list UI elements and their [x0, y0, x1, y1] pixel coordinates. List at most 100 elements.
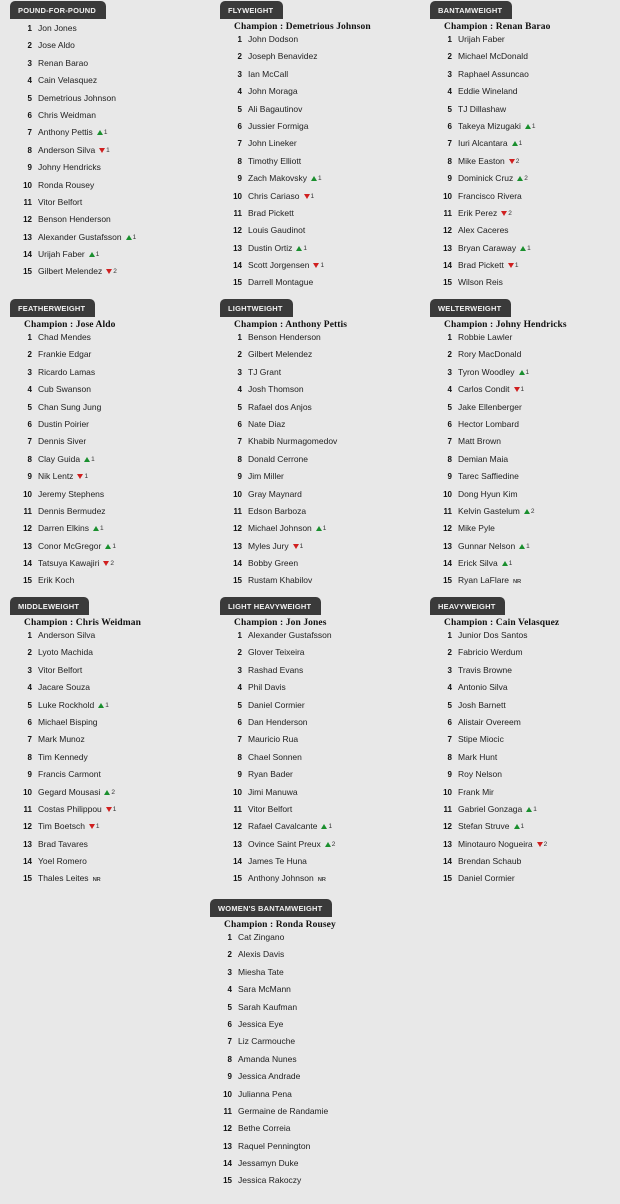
fighter-row[interactable]: 13 Raquel Pennington [210, 1141, 410, 1158]
fighter-row[interactable]: 15 Thales Leites NR [10, 873, 210, 890]
fighter-row[interactable]: 13 Alexander Gustafsson 1 [10, 232, 210, 249]
fighter-row[interactable]: 10 Frank Mir [430, 787, 620, 804]
fighter-row[interactable]: 1 Jon Jones [10, 23, 210, 40]
fighter-row[interactable]: 1 Anderson Silva [10, 630, 210, 647]
fighter-row[interactable]: 4 Sara McMann [210, 984, 410, 1001]
fighter-row[interactable]: 3 Raphael Assuncao [430, 69, 620, 86]
fighter-row[interactable]: 11 Vitor Belfort [220, 804, 420, 821]
fighter-row[interactable]: 13 Conor McGregor 1 [10, 541, 210, 558]
fighter-row[interactable]: 11 Vitor Belfort [10, 197, 210, 214]
fighter-row[interactable]: 15 Jessica Rakoczy [210, 1175, 410, 1192]
fighter-row[interactable]: 11 Gabriel Gonzaga 1 [430, 804, 620, 821]
fighter-row[interactable]: 2 Rory MacDonald [430, 349, 620, 366]
fighter-row[interactable]: 14 Urijah Faber 1 [10, 249, 210, 266]
division-tab[interactable]: FEATHERWEIGHT [10, 299, 96, 317]
fighter-row[interactable]: 1 Robbie Lawler [430, 332, 620, 349]
fighter-row[interactable]: 3 TJ Grant [220, 367, 420, 384]
division-tab[interactable]: HEAVYWEIGHT [430, 597, 506, 615]
fighter-row[interactable]: 6 Jessica Eye [210, 1019, 410, 1036]
division-tab[interactable]: BANTAMWEIGHT [430, 1, 513, 19]
fighter-row[interactable]: 9 Nik Lentz 1 [10, 471, 210, 488]
fighter-row[interactable]: 5 TJ Dillashaw [430, 104, 620, 121]
fighter-row[interactable]: 5 Rafael dos Anjos [220, 402, 420, 419]
fighter-row[interactable]: 9 Francis Carmont [10, 769, 210, 786]
fighter-row[interactable]: 11 Erik Perez 2 [430, 208, 620, 225]
fighter-row[interactable]: 14 Brendan Schaub [430, 856, 620, 873]
fighter-row[interactable]: 6 Takeya Mizugaki 1 [430, 121, 620, 138]
fighter-row[interactable]: 4 Antonio Silva [430, 682, 620, 699]
fighter-row[interactable]: 1 John Dodson [220, 34, 420, 51]
division-tab[interactable]: FLYWEIGHT [220, 1, 284, 19]
fighter-row[interactable]: 3 Rashad Evans [220, 665, 420, 682]
fighter-row[interactable]: 12 Rafael Cavalcante 1 [220, 821, 420, 838]
fighter-row[interactable]: 14 Scott Jorgensen 1 [220, 260, 420, 277]
fighter-row[interactable]: 3 Vitor Belfort [10, 665, 210, 682]
fighter-row[interactable]: 15 Erik Koch [10, 575, 210, 592]
fighter-row[interactable]: 10 Gray Maynard [220, 489, 420, 506]
fighter-row[interactable]: 2 Lyoto Machida [10, 647, 210, 664]
fighter-row[interactable]: 3 Tyron Woodley 1 [430, 367, 620, 384]
division-tab[interactable]: MIDDLEWEIGHT [10, 597, 90, 615]
fighter-row[interactable]: 14 Yoel Romero [10, 856, 210, 873]
fighter-row[interactable]: 15 Ryan LaFlare NR [430, 575, 620, 592]
fighter-row[interactable]: 15 Darrell Montague [220, 277, 420, 294]
fighter-row[interactable]: 13 Dustin Ortiz 1 [220, 243, 420, 260]
fighter-row[interactable]: 9 Zach Makovsky 1 [220, 173, 420, 190]
fighter-row[interactable]: 3 Miesha Tate [210, 967, 410, 984]
fighter-row[interactable]: 13 Minotauro Nogueira 2 [430, 839, 620, 856]
fighter-row[interactable]: 2 Frankie Edgar [10, 349, 210, 366]
fighter-row[interactable]: 8 Demian Maia [430, 454, 620, 471]
fighter-row[interactable]: 15 Rustam Khabilov [220, 575, 420, 592]
fighter-row[interactable]: 12 Darren Elkins 1 [10, 523, 210, 540]
fighter-row[interactable]: 11 Edson Barboza [220, 506, 420, 523]
fighter-row[interactable]: 11 Dennis Bermudez [10, 506, 210, 523]
fighter-row[interactable]: 7 John Lineker [220, 138, 420, 155]
fighter-row[interactable]: 5 Josh Barnett [430, 700, 620, 717]
fighter-row[interactable]: 7 Matt Brown [430, 436, 620, 453]
fighter-row[interactable]: 11 Brad Pickett [220, 208, 420, 225]
fighter-row[interactable]: 9 Johny Hendricks [10, 162, 210, 179]
fighter-row[interactable]: 2 Glover Teixeira [220, 647, 420, 664]
fighter-row[interactable]: 4 Cain Velasquez [10, 75, 210, 92]
fighter-row[interactable]: 3 Ricardo Lamas [10, 367, 210, 384]
fighter-row[interactable]: 12 Alex Caceres [430, 225, 620, 242]
fighter-row[interactable]: 10 Francisco Rivera [430, 191, 620, 208]
fighter-row[interactable]: 14 Jessamyn Duke [210, 1158, 410, 1175]
fighter-row[interactable]: 13 Brad Tavares [10, 839, 210, 856]
fighter-row[interactable]: 14 Bobby Green [220, 558, 420, 575]
fighter-row[interactable]: 1 Chad Mendes [10, 332, 210, 349]
fighter-row[interactable]: 14 James Te Huna [220, 856, 420, 873]
fighter-row[interactable]: 10 Julianna Pena [210, 1089, 410, 1106]
fighter-row[interactable]: 6 Nate Diaz [220, 419, 420, 436]
fighter-row[interactable]: 8 Amanda Nunes [210, 1054, 410, 1071]
fighter-row[interactable]: 11 Germaine de Randamie [210, 1106, 410, 1123]
fighter-row[interactable]: 5 Chan Sung Jung [10, 402, 210, 419]
fighter-row[interactable]: 2 Alexis Davis [210, 949, 410, 966]
fighter-row[interactable]: 10 Gegard Mousasi 2 [10, 787, 210, 804]
fighter-row[interactable]: 8 Anderson Silva 1 [10, 145, 210, 162]
fighter-row[interactable]: 9 Jim Miller [220, 471, 420, 488]
fighter-row[interactable]: 3 Ian McCall [220, 69, 420, 86]
fighter-row[interactable]: 5 Daniel Cormier [220, 700, 420, 717]
fighter-row[interactable]: 9 Roy Nelson [430, 769, 620, 786]
fighter-row[interactable]: 4 Eddie Wineland [430, 86, 620, 103]
fighter-row[interactable]: 10 Jeremy Stephens [10, 489, 210, 506]
fighter-row[interactable]: 8 Timothy Elliott [220, 156, 420, 173]
fighter-row[interactable]: 2 Jose Aldo [10, 40, 210, 57]
division-tab[interactable]: POUND-FOR-POUND [10, 1, 106, 19]
fighter-row[interactable]: 5 Luke Rockhold 1 [10, 700, 210, 717]
fighter-row[interactable]: 12 Louis Gaudinot [220, 225, 420, 242]
fighter-row[interactable]: 7 Anthony Pettis 1 [10, 127, 210, 144]
fighter-row[interactable]: 14 Erick Silva 1 [430, 558, 620, 575]
fighter-row[interactable]: 2 Gilbert Melendez [220, 349, 420, 366]
fighter-row[interactable]: 6 Michael Bisping [10, 717, 210, 734]
fighter-row[interactable]: 9 Ryan Bader [220, 769, 420, 786]
fighter-row[interactable]: 6 Chris Weidman [10, 110, 210, 127]
fighter-row[interactable]: 15 Anthony Johnson NR [220, 873, 420, 890]
fighter-row[interactable]: 15 Gilbert Melendez 2 [10, 266, 210, 283]
fighter-row[interactable]: 13 Ovince Saint Preux 2 [220, 839, 420, 856]
division-tab[interactable]: WELTERWEIGHT [430, 299, 512, 317]
fighter-row[interactable]: 6 Alistair Overeem [430, 717, 620, 734]
fighter-row[interactable]: 5 Jake Ellenberger [430, 402, 620, 419]
fighter-row[interactable]: 7 Mark Munoz [10, 734, 210, 751]
